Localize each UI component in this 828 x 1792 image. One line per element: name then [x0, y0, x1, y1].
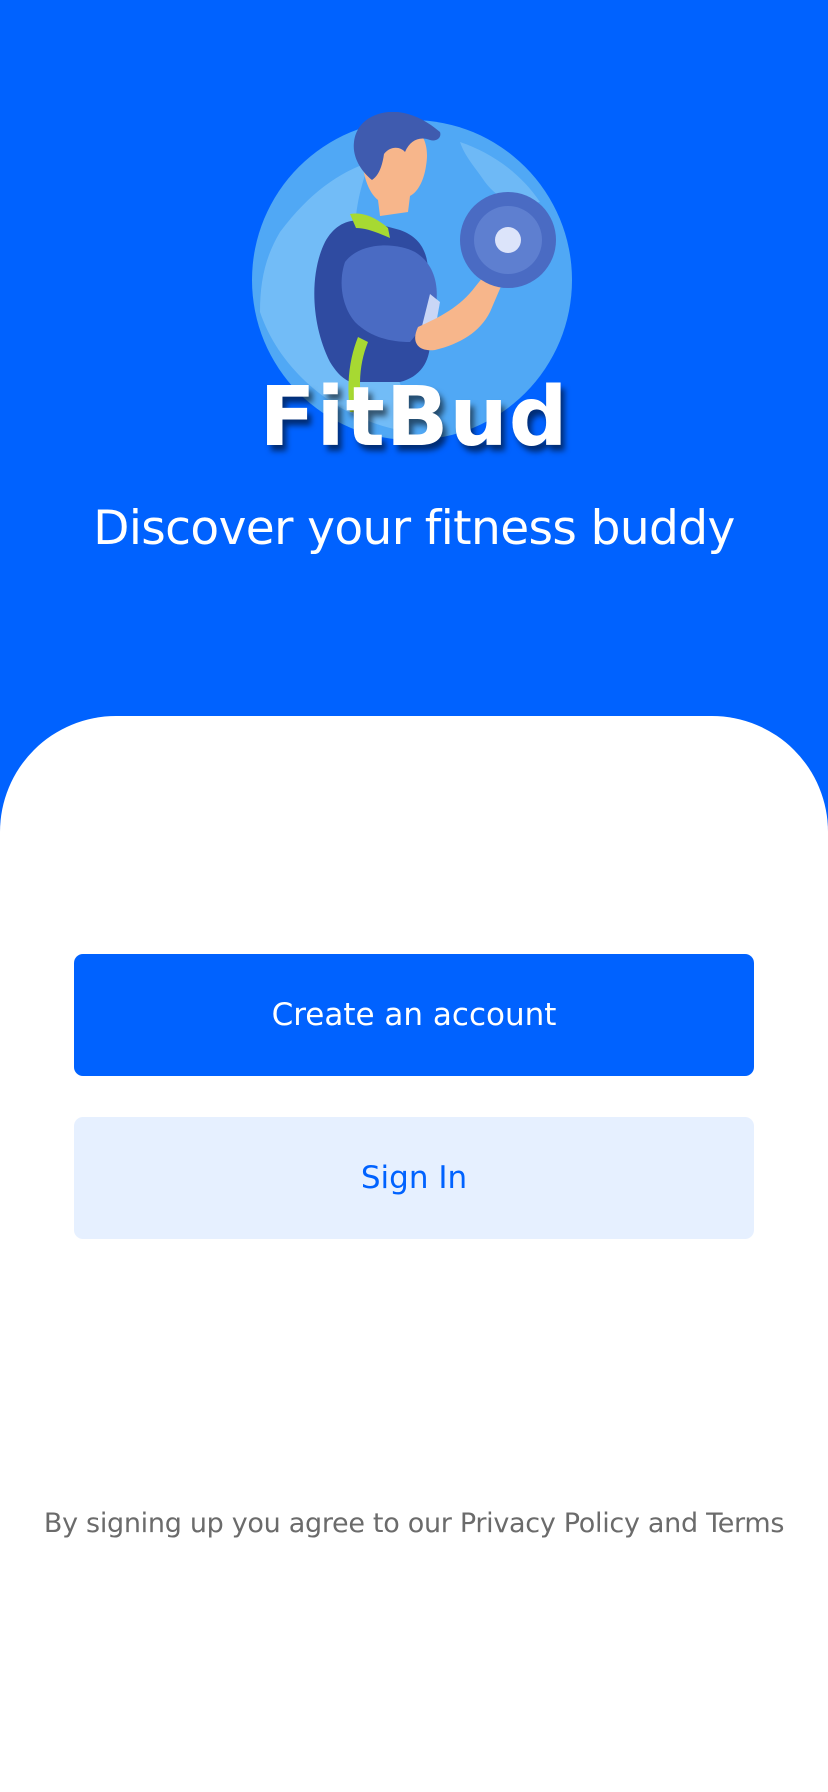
app-name: FitBud	[259, 370, 569, 465]
legal-notice: By signing up you agree to our Privacy P…	[43, 1508, 785, 1539]
tagline: Discover your fitness buddy	[93, 501, 735, 556]
create-account-button[interactable]: Create an account	[74, 954, 754, 1076]
sign-in-label: Sign In	[360, 1160, 468, 1196]
content-sheet	[0, 716, 828, 1792]
create-account-label: Create an account	[271, 997, 557, 1033]
sign-in-button[interactable]: Sign In	[74, 1117, 754, 1239]
